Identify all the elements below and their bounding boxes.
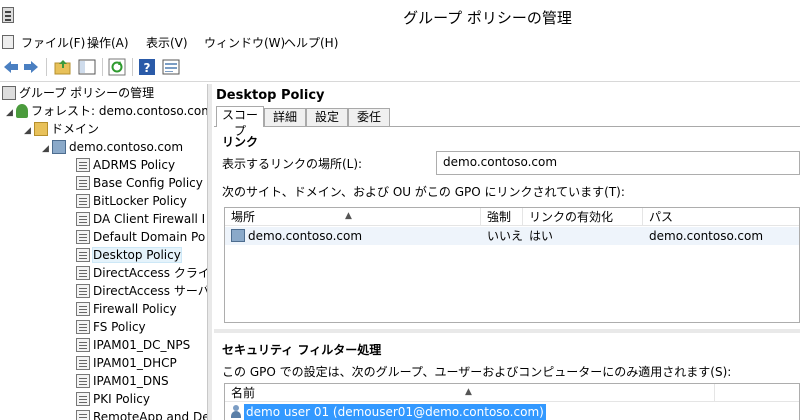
gpo-icon [76,248,90,262]
tab-delegation[interactable]: 委任 [348,108,390,126]
gpo-icon [76,194,90,208]
gpo-icon [76,266,90,280]
tree-forest[interactable]: ◢ フォレスト: demo.contoso.com [6,102,207,122]
menu-view[interactable]: 表示(V) [146,34,188,51]
menu-help[interactable]: ヘルプ(H) [284,34,338,51]
help-icon[interactable]: ? [138,58,156,76]
menu-file[interactable]: ファイル(F) [21,34,85,51]
gpo-icon [76,176,90,190]
svg-text:?: ? [144,61,151,75]
gpo-icon [76,338,90,352]
links-description: 次のサイト、ドメイン、および OU がこの GPO にリンクされています(T): [222,185,625,199]
tree-gpo-item[interactable]: PKI Policy [76,390,150,408]
domain-icon [231,229,245,242]
tree-gpo-item[interactable]: RemoteApp and De [76,408,207,420]
tree-gpo-item[interactable]: DirectAccess サーバ [76,282,207,300]
tree-gpo-item[interactable]: Base Config Policy [76,174,203,192]
forward-arrow-icon[interactable] [22,58,40,76]
tree-gpo-item[interactable]: IPAM01_DC_NPS [76,336,190,354]
gpo-icon [76,320,90,334]
tree-gpo-item[interactable]: DirectAccess クライア [76,264,207,282]
security-filter-description: この GPO での設定は、次のグループ、ユーザーおよびコンピューターにのみ適用さ… [222,365,732,379]
up-folder-icon[interactable] [54,58,72,76]
tree-gpo-item[interactable]: BitLocker Policy [76,192,187,210]
domain-icon [52,140,66,154]
link-location: demo.contoso.com [248,229,363,243]
location-combobox[interactable]: demo.contoso.com [436,151,800,175]
user-icon [231,405,241,418]
forest-icon [16,104,28,118]
window-title: グループ ポリシーの管理 [403,9,572,27]
console-tree: グループ ポリシーの管理 ◢ フォレスト: demo.contoso.com ◢ ド… [0,84,208,420]
section-divider [214,329,800,333]
column-link-enabled[interactable]: リンクの有効化 [523,208,643,226]
policy-title: Desktop Policy [216,88,325,103]
tree-gpo-item[interactable]: Firewall Policy [76,300,177,318]
tree-gpo-item[interactable]: Desktop Policy [76,246,182,264]
security-filter-list[interactable]: 名前 ▲ demo user 01 (demouser01@demo.conto… [224,383,800,420]
link-enforced: いいえ [487,229,524,243]
tab-scope[interactable]: スコープ [216,106,264,138]
column-name[interactable]: 名前 ▲ [225,384,715,402]
console-icon[interactable] [2,35,14,49]
gpo-icon [76,392,90,406]
gpo-icon [76,302,90,316]
collapse-triangle-icon[interactable]: ◢ [42,140,52,158]
tab-settings[interactable]: 設定 [306,108,348,126]
gpo-icon [76,230,90,244]
sort-ascending-icon: ▲ [345,211,352,221]
security-filter-heading: セキュリティ フィルター処理 [222,343,382,357]
tree-gpo-item[interactable]: FS Policy [76,318,146,336]
tree-gpo-item[interactable]: ADRMS Policy [76,156,175,174]
collapse-triangle-icon[interactable]: ◢ [24,122,34,140]
link-enabled: はい [529,229,554,243]
tree-gpo-item[interactable]: IPAM01_DNS [76,372,169,390]
refresh-icon[interactable] [108,58,126,76]
back-arrow-icon[interactable] [2,58,20,76]
gpmc-icon [2,86,16,100]
tree-gpo-item[interactable]: IPAM01_DHCP [76,354,177,372]
menu-bar: ファイル(F) 操作(A) 表示(V) ウィンドウ(W) ヘルプ(H) [0,32,800,52]
links-list[interactable]: 場所 ▲ 強制 リンクの有効化 パス demo.contoso.com いいえ … [224,207,800,323]
column-location[interactable]: 場所 ▲ [225,208,481,226]
menu-window[interactable]: ウィンドウ(W) [204,34,285,51]
title-bar: グループ ポリシーの管理 [0,0,800,32]
gpo-icon [76,356,90,370]
column-path[interactable]: パス [643,208,799,226]
properties-icon[interactable] [162,58,180,76]
tree-gpo-item[interactable]: DA Client Firewall I [76,210,205,228]
toolbar: ? [0,52,800,82]
scope-panel: リンク 表示するリンクの場所(L): demo.contoso.com 次のサイ… [214,126,800,420]
menu-action[interactable]: 操作(A) [87,34,129,51]
domains-folder-icon [34,122,48,136]
column-enforced[interactable]: 強制 [481,208,523,226]
link-path: demo.contoso.com [649,229,764,243]
tab-details[interactable]: 詳細 [264,108,306,126]
sort-ascending-icon: ▲ [465,387,472,397]
security-principal: demo user 01 (demouser01@demo.contoso.co… [244,404,546,420]
security-list-header: 名前 ▲ [225,384,799,402]
gpo-icon [76,374,90,388]
gpo-icon [76,212,90,226]
collapse-triangle-icon[interactable]: ◢ [6,104,16,122]
tree-root[interactable]: グループ ポリシーの管理 [2,84,154,102]
details-pane: Desktop Policy スコープ 詳細 設定 委任 リンク 表示するリンク… [212,84,800,420]
table-row[interactable]: demo.contoso.com いいえ はい demo.contoso.com [225,227,799,245]
list-item[interactable]: demo user 01 (demouser01@demo.contoso.co… [225,403,715,420]
tree-gpo-item[interactable]: Default Domain Po [76,228,205,246]
gpo-icon [76,158,90,172]
links-list-header: 場所 ▲ 強制 リンクの有効化 パス [225,208,799,226]
tree-domain[interactable]: ◢ demo.contoso.com [42,138,183,156]
tree-domains[interactable]: ◢ ドメイン [24,120,99,138]
location-label: 表示するリンクの場所(L): [222,157,363,171]
show-hide-tree-icon[interactable] [78,58,96,76]
gpo-icon [76,284,90,298]
gpo-icon [76,410,90,420]
